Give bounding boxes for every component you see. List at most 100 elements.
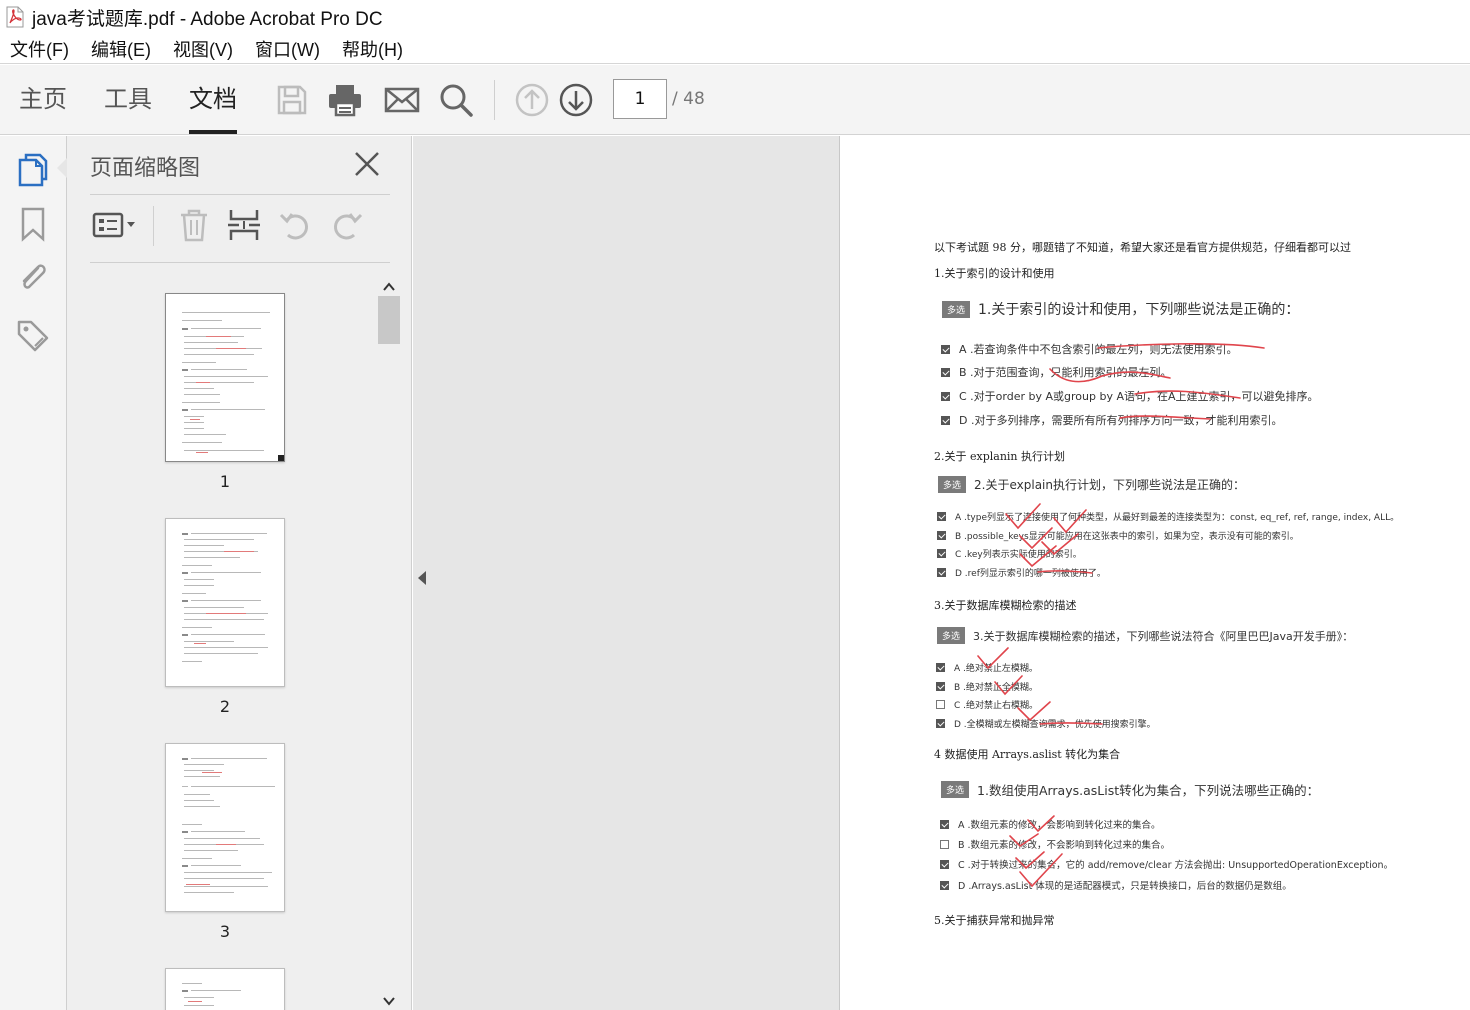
main-toolbar: 主页 工具 文档 1 / 48 (0, 65, 1470, 135)
acrobat-window: java考试题库.pdf - Adobe Acrobat Pro DC 文件(F… (0, 0, 1470, 1010)
option-text: D .全模糊或左模糊查询需求，优先使用搜索引擎。 (954, 720, 1156, 730)
title-bar: java考试题库.pdf - Adobe Acrobat Pro DC (0, 0, 1470, 34)
scrollbar-thumb[interactable] (378, 296, 400, 344)
close-icon[interactable] (354, 151, 380, 177)
option-checkbox (936, 719, 945, 728)
question-header: 多选 1.关于索引的设计和使用，下列哪些说法是正确的： (942, 299, 1299, 319)
option-checkbox (936, 700, 945, 709)
print-icon[interactable] (327, 82, 363, 118)
multi-select-badge: 多选 (937, 627, 966, 644)
tag-icon[interactable] (16, 318, 50, 354)
page-up-icon[interactable] (514, 82, 550, 118)
insert-page-icon[interactable] (227, 208, 261, 242)
menu-window[interactable]: 窗口(W) (255, 36, 320, 62)
section-heading: 1.关于索引的设计和使用 (934, 267, 1055, 280)
option-row: A .type列显示了连接使用了何种类型，从最好到最差的连接类型为：const,… (937, 510, 1399, 523)
page-thumbnails-icon[interactable] (16, 152, 50, 188)
option-text: A .绝对禁止左模糊。 (954, 664, 1038, 674)
scroll-down-icon[interactable] (382, 994, 396, 1008)
option-row: A .数组元素的修改，会影响到转化过来的集合。 (940, 817, 1161, 831)
pdf-page: 以下考试题 98 分，哪题错了不知道，希望大家还是看官方提供规范，仔细看都可以过… (839, 136, 1470, 1010)
tab-home[interactable]: 主页 (19, 65, 67, 135)
option-row: B .possible_keys显示可能应用在这张表中的索引，如果为空，表示没有… (937, 529, 1299, 542)
option-checkbox (936, 682, 945, 691)
panel-title: 页面缩略图 (90, 155, 201, 180)
thumbnail-page-number: 1 (219, 472, 231, 491)
thumbnail-options-icon[interactable] (92, 208, 138, 242)
page-thumbnail-4[interactable] (165, 968, 285, 1010)
rotate-ccw-icon[interactable] (278, 208, 312, 242)
menu-view[interactable]: 视图(V) (173, 36, 233, 62)
page-thumbnail-3[interactable] (165, 743, 285, 912)
thumbnail-page-number: 3 (219, 922, 231, 941)
option-checkbox (937, 549, 946, 558)
attachment-icon[interactable] (16, 260, 50, 296)
page-down-icon[interactable] (558, 82, 594, 118)
page-number-input[interactable]: 1 (613, 79, 667, 119)
option-text: C .对于转换过来的集合，它的 add/remove/clear 方法会抛出: … (958, 860, 1394, 871)
page-intro-text: 以下考试题 98 分，哪题错了不知道，希望大家还是看官方提供规范，仔细看都可以过 (934, 241, 1351, 254)
option-text: A .若查询条件中不包含索引的最左列，则无法使用索引。 (959, 343, 1238, 356)
option-checkbox (937, 531, 946, 540)
question-title: 1.关于索引的设计和使用，下列哪些说法是正确的： (978, 302, 1300, 318)
page-thumbnail-1[interactable] (165, 293, 285, 462)
rotate-cw-icon[interactable] (330, 208, 364, 242)
menu-edit[interactable]: 编辑(E) (91, 36, 151, 62)
tab-tools[interactable]: 工具 (104, 65, 152, 135)
option-checkbox (940, 819, 949, 829)
window-title: java考试题库.pdf - Adobe Acrobat Pro DC (32, 8, 383, 30)
option-row: C .绝对禁止右模糊。 (936, 698, 1038, 711)
document-viewer: 以下考试题 98 分，哪题错了不知道，希望大家还是看官方提供规范，仔细看都可以过… (413, 136, 1470, 1010)
question-title: 2.关于explain执行计划，下列哪些说法是正确的： (974, 478, 1245, 492)
option-checkbox (940, 880, 949, 890)
multi-select-badge: 多选 (938, 476, 967, 493)
menu-help[interactable]: 帮助(H) (342, 36, 403, 62)
thumbnail-page-number: 2 (219, 697, 231, 716)
panel-divider (90, 194, 390, 195)
option-row: D .Arrays.asList 体现的是适配器模式，只是转换接口，后台的数据仍… (940, 878, 1292, 892)
email-icon[interactable] (384, 82, 420, 118)
bookmark-icon[interactable] (16, 206, 50, 242)
option-checkbox (941, 344, 950, 354)
thumbnail-resize-handle[interactable] (278, 455, 284, 461)
menu-bar: 文件(F) 编辑(E) 视图(V) 窗口(W) 帮助(H) (0, 34, 1470, 64)
collapse-panel-icon[interactable] (416, 569, 428, 587)
option-text: B .对于范围查询，只能利用索引的最左列。 (959, 366, 1172, 379)
multi-select-badge: 多选 (942, 300, 971, 318)
page-thumbnail-2[interactable] (165, 518, 285, 687)
navigation-rail (0, 136, 67, 1010)
tab-document[interactable]: 文档 (189, 65, 237, 135)
scroll-up-icon[interactable] (382, 280, 396, 294)
option-row: B .对于范围查询，只能利用索引的最左列。 (941, 364, 1172, 380)
section-heading: 2.关于 explanin 执行计划 (934, 450, 1066, 463)
option-row: C .key列表示实际使用的索引。 (937, 547, 1082, 560)
option-text: D .Arrays.asList 体现的是适配器模式，只是转换接口，后台的数据仍… (958, 881, 1292, 892)
option-checkbox (936, 663, 945, 672)
option-checkbox (937, 568, 946, 577)
option-text: B .数组元素的修改，不会影响到转化过来的集合。 (958, 840, 1171, 851)
option-row: D .对于多列排序，需要所有所有列排序方向一致，才能利用索引。 (941, 412, 1282, 428)
search-icon[interactable] (438, 82, 474, 118)
option-checkbox (941, 391, 950, 401)
multi-select-badge: 多选 (941, 781, 970, 798)
question-header: 多选 2.关于explain执行计划，下列哪些说法是正确的： (938, 476, 1245, 493)
option-row: B .绝对禁止全模糊。 (936, 680, 1038, 693)
section-heading: 3.关于数据库模糊检索的描述 (934, 599, 1077, 612)
option-text: C .key列表示实际使用的索引。 (955, 550, 1082, 560)
option-text: A .type列显示了连接使用了何种类型，从最好到最差的连接类型为：const,… (955, 513, 1400, 523)
menu-file[interactable]: 文件(F) (10, 36, 69, 62)
option-row: B .数组元素的修改，不会影响到转化过来的集合。 (940, 837, 1170, 851)
option-checkbox (937, 512, 946, 521)
question-title: 1.数组使用Arrays.asList转化为集合，下列说法哪些正确的： (977, 783, 1320, 798)
toolbar-separator (494, 80, 495, 120)
option-checkbox (941, 415, 950, 425)
question-title: 3.关于数据库模糊检索的描述，下列哪些说法符合《阿里巴巴Java开发手册》： (973, 629, 1354, 643)
save-icon[interactable] (274, 82, 310, 118)
option-checkbox (940, 859, 949, 869)
delete-page-icon[interactable] (177, 208, 211, 242)
rail-active-pointer (57, 158, 67, 178)
question-header: 多选 1.数组使用Arrays.asList转化为集合，下列说法哪些正确的： (941, 780, 1319, 799)
option-row: C .对于order by A或group by A语句，在A上建立索引，可以避… (941, 388, 1319, 404)
thumbnail-scrollbar[interactable] (377, 272, 401, 1010)
option-checkbox (941, 367, 950, 377)
